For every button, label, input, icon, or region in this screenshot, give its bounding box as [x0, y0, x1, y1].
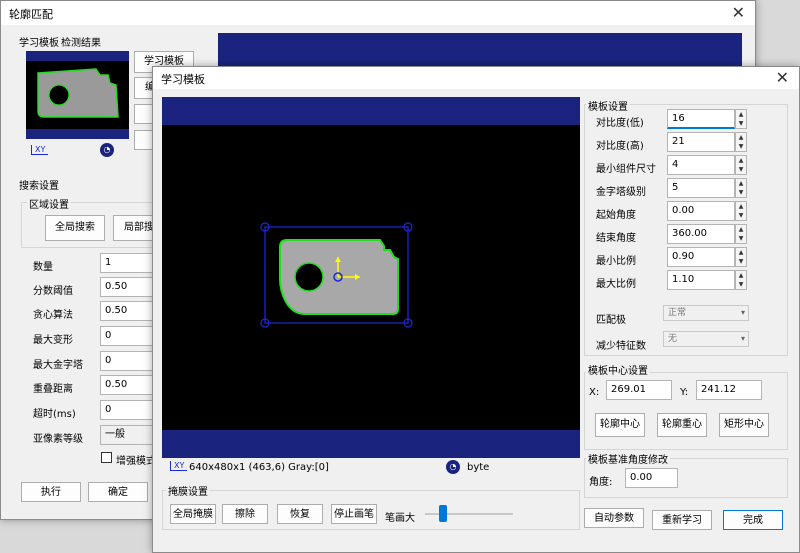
param-label-min-scale: 最小比例	[596, 256, 636, 267]
base-angle-title: 模板基准角度修改	[586, 451, 670, 466]
param-label-end-angle: 结束角度	[596, 233, 636, 244]
param-label-overlap: 重叠距离	[33, 384, 73, 395]
param-spin-end-angle[interactable]: ▲ ▼	[735, 224, 747, 244]
param-label-start-angle: 起始角度	[596, 210, 636, 221]
reduce-features-value: 无	[668, 334, 678, 344]
param-field-score[interactable]: 0.50	[100, 277, 155, 297]
param-field-pyramid[interactable]: 0	[100, 351, 155, 371]
angle-label: 角度:	[589, 477, 613, 488]
param-spin-min-component[interactable]: ▲ ▼	[735, 155, 747, 175]
rect-center-button[interactable]: 矩形中心	[719, 413, 769, 437]
window-title: 轮廓匹配	[9, 8, 53, 21]
param-label-score: 分数阈值	[33, 286, 73, 297]
param-field-contrast-high[interactable]: 21	[667, 132, 735, 152]
image-canvas[interactable]	[162, 97, 580, 458]
enhance-mode-checkbox[interactable]	[101, 452, 112, 463]
restore-button[interactable]: 恢复	[277, 504, 323, 524]
close-icon[interactable]: ✕	[732, 3, 745, 22]
polarity-select[interactable]: 正常 ▾	[663, 305, 749, 321]
enhance-mode-label: 增强模式	[116, 456, 156, 467]
contour-centroid-button[interactable]: 轮廓重心	[657, 413, 707, 437]
tab-learn-template[interactable]: 学习模板	[19, 34, 59, 49]
param-spin-contrast-low[interactable]: ▲ ▼	[735, 109, 747, 129]
param-field-contrast-low[interactable]: 16	[667, 109, 735, 129]
image-settings-icon[interactable]: ◔	[100, 143, 114, 157]
local-search-button[interactable]: 局部搜	[113, 215, 157, 241]
dialog-title-bar: 学习模板 ✕	[153, 67, 799, 89]
param-label-contrast-high: 对比度(高)	[596, 141, 644, 152]
template-settings-title: 模板设置	[586, 98, 630, 113]
param-label-subpixel: 亚像素等级	[33, 434, 83, 445]
param-field-start-angle[interactable]: 0.00	[667, 201, 735, 221]
chevron-down-icon: ▾	[740, 308, 745, 317]
contour-center-button[interactable]: 轮廓中心	[595, 413, 645, 437]
param-label-timeout: 超时(ms)	[33, 409, 76, 420]
mask-settings-title: 掩膜设置	[166, 483, 210, 498]
param-field-max-scale[interactable]: 1.10	[667, 270, 735, 290]
template-overlay	[260, 222, 413, 328]
dialog-close-icon[interactable]: ✕	[776, 68, 789, 87]
chevron-down-icon: ▾	[740, 334, 745, 343]
done-button[interactable]: 完成	[723, 510, 783, 530]
param-field-greedy[interactable]: 0.50	[100, 301, 155, 321]
relearn-button[interactable]: 重新学习	[652, 510, 712, 530]
xy-axis-icon-dialog: XY	[170, 461, 188, 471]
param-field-pyramid-level[interactable]: 5	[667, 178, 735, 198]
confirm-button[interactable]: 确定	[88, 482, 148, 502]
stop-brush-button[interactable]: 停止画笔	[331, 504, 377, 524]
center-x-field[interactable]: 269.01	[606, 380, 672, 400]
global-mask-button[interactable]: 全局掩膜	[170, 504, 216, 524]
param-field-count[interactable]: 1	[100, 253, 155, 273]
polarity-label: 匹配极	[596, 315, 626, 326]
region-settings-title: 区域设置	[27, 196, 71, 211]
param-field-end-angle[interactable]: 360.00	[667, 224, 735, 244]
polarity-value: 正常	[668, 308, 687, 318]
pen-size-label: 笔画大	[385, 513, 415, 524]
image-type-icon: ◔	[446, 460, 460, 474]
auto-params-button[interactable]: 自动参数	[584, 508, 644, 528]
template-thumbnail	[26, 51, 129, 139]
image-type-text: byte	[467, 462, 490, 473]
param-label-pyramid: 最大金字塔	[33, 360, 83, 371]
param-label-max-scale: 最大比例	[596, 279, 636, 290]
param-field-overlap[interactable]: 0.50	[100, 375, 155, 395]
param-label-greedy: 贪心算法	[33, 310, 73, 321]
title-bar: 轮廓匹配 ✕	[1, 1, 755, 25]
thumbnail-image	[26, 61, 129, 129]
center-y-label: Y:	[680, 387, 689, 398]
erase-button[interactable]: 擦除	[222, 504, 268, 524]
reduce-features-select[interactable]: 无 ▾	[663, 331, 749, 347]
center-y-field[interactable]: 241.12	[696, 380, 762, 400]
param-label-pyramid-level: 金字塔级别	[596, 187, 646, 198]
param-field-min-scale[interactable]: 0.90	[667, 247, 735, 267]
param-field-min-component[interactable]: 4	[667, 155, 735, 175]
image-info-text: 640x480x1 (463,6) Gray:[0]	[189, 462, 329, 473]
param-spin-contrast-high[interactable]: ▲ ▼	[735, 132, 747, 152]
param-spin-pyramid-level[interactable]: ▲ ▼	[735, 178, 747, 198]
param-select-subpixel[interactable]: 一般	[100, 425, 155, 445]
param-field-deform[interactable]: 0	[100, 326, 155, 346]
tab-detect-result[interactable]: 检测结果	[61, 34, 101, 49]
reduce-features-label: 减少特征数	[596, 341, 646, 352]
angle-field[interactable]: 0.00	[625, 468, 678, 488]
param-spin-max-scale[interactable]: ▲ ▼	[735, 270, 747, 290]
learn-template-dialog: 学习模板 ✕ XY 640x480x1 (463,6) Gray:[0] ◔ b…	[152, 66, 800, 553]
template-center-title: 模板中心设置	[586, 362, 650, 377]
xy-axis-icon: XY	[31, 145, 49, 155]
param-label-deform: 最大变形	[33, 335, 73, 346]
center-x-label: X:	[589, 387, 600, 398]
param-spin-start-angle[interactable]: ▲ ▼	[735, 201, 747, 221]
param-label-contrast-low: 对比度(低)	[596, 118, 644, 129]
execute-button[interactable]: 执行	[21, 482, 81, 502]
dialog-title: 学习模板	[161, 73, 205, 86]
param-label-count: 数量	[33, 262, 53, 273]
param-spin-min-scale[interactable]: ▲ ▼	[735, 247, 747, 267]
search-settings-title: 搜索设置	[19, 181, 59, 192]
param-field-timeout[interactable]: 0	[100, 400, 155, 420]
global-search-button[interactable]: 全局搜索	[45, 215, 105, 241]
param-label-min-component: 最小组件尺寸	[596, 164, 656, 175]
part-hole-contour	[294, 262, 324, 292]
pen-size-slider-thumb[interactable]	[439, 505, 447, 522]
